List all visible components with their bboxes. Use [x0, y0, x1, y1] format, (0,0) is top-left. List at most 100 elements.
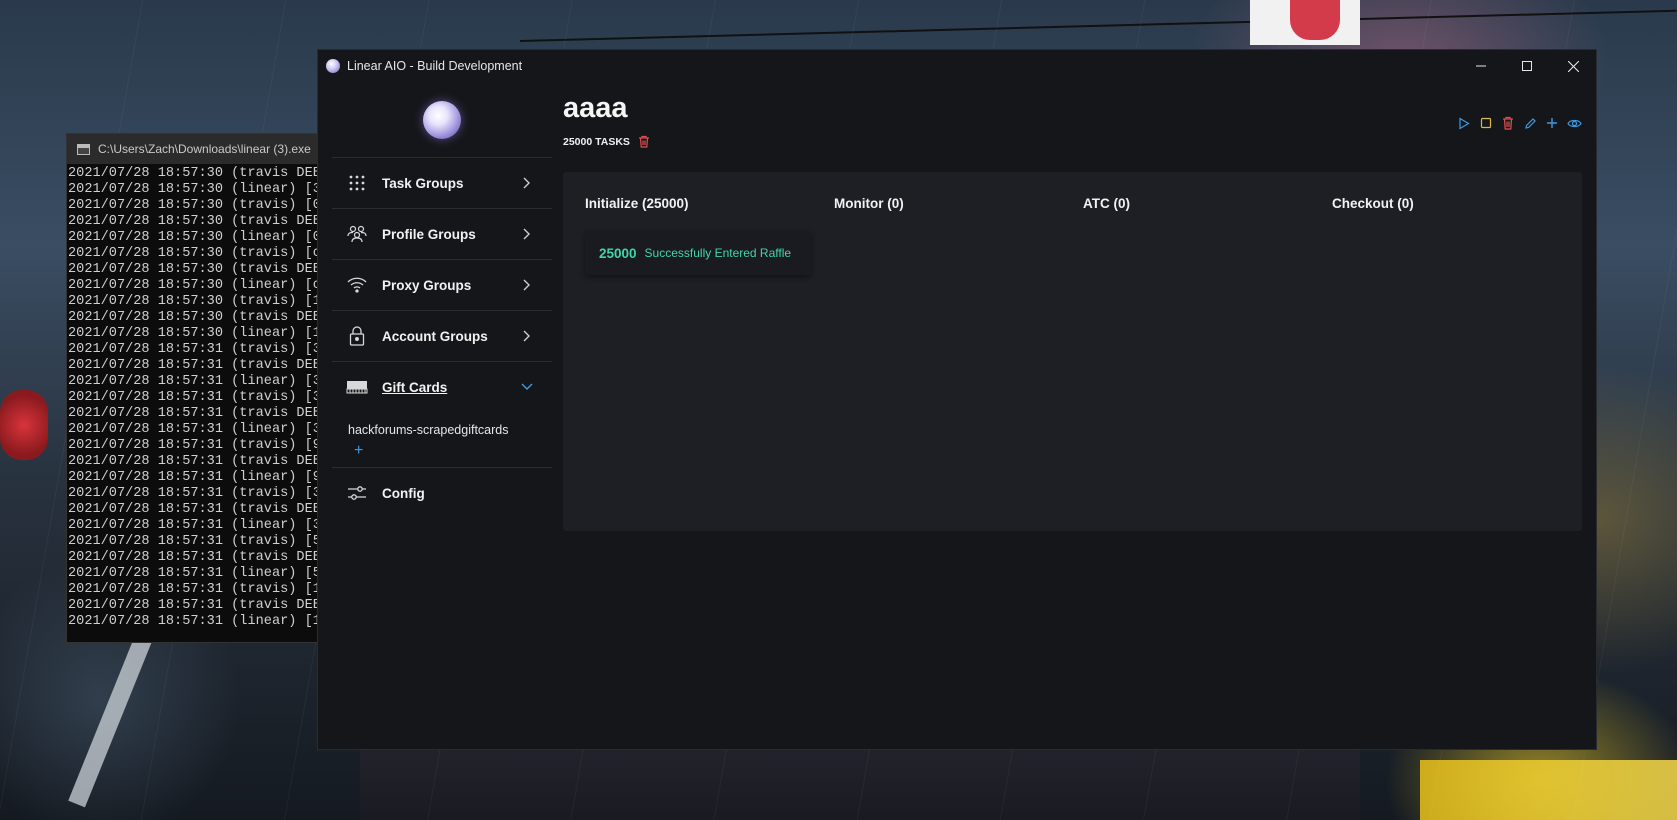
- maximize-icon: [1522, 61, 1532, 71]
- close-icon: [1567, 60, 1579, 72]
- delete-tasks-button[interactable]: [1500, 115, 1516, 131]
- chevron-right-icon: [520, 329, 534, 343]
- page-title: aaaa: [563, 92, 628, 124]
- sidebar-item-label: Gift Cards: [382, 379, 448, 395]
- console-title: C:\Users\Zach\Downloads\linear (3).exe: [98, 142, 311, 156]
- sidebar-item-label: Config: [382, 485, 425, 501]
- console-line: 2021/07/28 18:57:31 (linear) [16: [68, 614, 328, 629]
- console-line: 2021/07/28 18:57:30 (travis DEBU: [68, 214, 328, 229]
- sidebar-item-gift-cards[interactable]: Gift Cards: [332, 361, 552, 412]
- console-line: 2021/07/28 18:57:30 (linear) [0c: [68, 230, 328, 245]
- minimize-button[interactable]: [1458, 50, 1504, 82]
- sidebar-item-task-groups[interactable]: Task Groups: [332, 157, 552, 208]
- console-line: 2021/07/28 18:57:30 (travis) [c7: [68, 246, 328, 261]
- eye-icon: [1566, 119, 1582, 127]
- sliders-icon: [346, 482, 368, 504]
- chevron-right-icon: [520, 176, 534, 190]
- console-line: 2021/07/28 18:57:31 (travis DEBU: [68, 358, 328, 373]
- console-output: 2021/07/28 18:57:30 (travis DEBU 2021/07/…: [67, 164, 327, 630]
- app-window[interactable]: Linear AIO - Build Development Task Grou…: [318, 50, 1596, 749]
- chevron-down-icon: [520, 380, 534, 394]
- console-line: 2021/07/28 18:57:31 (linear) [50: [68, 566, 328, 581]
- console-line: 2021/07/28 18:57:30 (linear) [1b: [68, 326, 328, 341]
- play-icon: [1459, 116, 1470, 130]
- gift-card-icon: [346, 376, 368, 398]
- add-gift-card-button[interactable]: +: [354, 443, 552, 459]
- console-window[interactable]: C:\Users\Zach\Downloads\linear (3).exe 2…: [66, 133, 328, 643]
- console-line: 2021/07/28 18:57:31 (travis DEBU: [68, 502, 328, 517]
- column-title: Initialize (25000): [585, 196, 689, 211]
- column-checkout: Checkout (0): [1332, 196, 1581, 275]
- console-line: 2021/07/28 18:57:31 (travis DEBU: [68, 406, 328, 421]
- sidebar-logo: [332, 82, 552, 157]
- task-toolbar: [1456, 115, 1582, 131]
- users-icon: [346, 223, 368, 245]
- console-line: 2021/07/28 18:57:31 (travis) [37: [68, 390, 328, 405]
- moon-logo-icon: [423, 100, 461, 139]
- column-monitor: Monitor (0): [834, 196, 1083, 275]
- console-line: 2021/07/28 18:57:30 (travis DEBU: [68, 166, 328, 181]
- sidebar-item-label: Profile Groups: [382, 226, 476, 242]
- sidebar-item-config[interactable]: Config: [332, 467, 552, 518]
- console-line: 2021/07/28 18:57:30 (linear) [c7: [68, 278, 328, 293]
- column-atc: ATC (0): [1083, 196, 1332, 275]
- sidebar-item-label: Task Groups: [382, 175, 464, 191]
- trash-icon: [1503, 116, 1513, 130]
- window-title: Linear AIO - Build Development: [347, 59, 523, 73]
- app-logo-icon: [326, 59, 340, 73]
- status-columns: Initialize (25000) 25000 Successfully En…: [563, 172, 1582, 275]
- column-title: Monitor (0): [834, 196, 904, 211]
- app-titlebar[interactable]: Linear AIO - Build Development: [318, 50, 1596, 82]
- chevron-right-icon: [520, 227, 534, 241]
- wifi-icon: [346, 274, 368, 296]
- status-card[interactable]: 25000 Successfully Entered Raffle: [585, 231, 811, 275]
- delete-group-button[interactable]: [638, 135, 650, 148]
- sidebar: Task Groups Profile Groups Proxy Groups …: [332, 82, 552, 749]
- lock-icon: [346, 325, 368, 347]
- console-line: 2021/07/28 18:57:30 (travis) [0c: [68, 198, 328, 213]
- minimize-icon: [1476, 65, 1486, 67]
- console-line: 2021/07/28 18:57:31 (travis) [3e: [68, 342, 328, 357]
- chevron-right-icon: [520, 278, 534, 292]
- console-line: 2021/07/28 18:57:31 (linear) [3e: [68, 374, 328, 389]
- status-text: Successfully Entered Raffle: [644, 246, 792, 260]
- console-line: 2021/07/28 18:57:30 (travis DEBU: [68, 262, 328, 277]
- column-title: Checkout (0): [1332, 196, 1414, 211]
- stop-tasks-button[interactable]: [1478, 115, 1494, 131]
- edit-tasks-button[interactable]: [1522, 115, 1538, 131]
- main-content: aaaa 25000 TASKS Initialize (25000) 2500…: [563, 82, 1582, 749]
- sidebar-item-label: Proxy Groups: [382, 277, 472, 293]
- close-button[interactable]: [1550, 50, 1596, 82]
- console-line: 2021/07/28 18:57:31 (travis DEBU: [68, 454, 328, 469]
- console-line: 2021/07/28 18:57:31 (travis) [16: [68, 582, 328, 597]
- stop-icon: [1480, 117, 1492, 129]
- console-line: 2021/07/28 18:57:30 (travis) [1b: [68, 294, 328, 309]
- column-initialize: Initialize (25000) 25000 Successfully En…: [585, 196, 834, 275]
- console-line: 2021/07/28 18:57:30 (linear) [35: [68, 182, 328, 197]
- console-titlebar[interactable]: C:\Users\Zach\Downloads\linear (3).exe: [67, 134, 327, 164]
- plus-icon: [1547, 118, 1557, 128]
- console-line: 2021/07/28 18:57:31 (travis) [9e: [68, 438, 328, 453]
- view-tasks-button[interactable]: [1566, 115, 1582, 131]
- console-line: 2021/07/28 18:57:31 (linear) [34: [68, 518, 328, 533]
- sidebar-item-account-groups[interactable]: Account Groups: [332, 310, 552, 361]
- console-app-icon: [77, 143, 90, 155]
- start-tasks-button[interactable]: [1456, 115, 1472, 131]
- status-count: 25000: [599, 245, 637, 261]
- sidebar-item-profile-groups[interactable]: Profile Groups: [332, 208, 552, 259]
- column-title: ATC (0): [1083, 196, 1130, 211]
- console-line: 2021/07/28 18:57:31 (travis) [34: [68, 486, 328, 501]
- maximize-button[interactable]: [1504, 50, 1550, 82]
- window-controls: [1458, 50, 1596, 82]
- gift-cards-list: hackforums-scrapedgiftcards +: [332, 412, 552, 467]
- sidebar-item-proxy-groups[interactable]: Proxy Groups: [332, 259, 552, 310]
- console-line: 2021/07/28 18:57:31 (linear) [9e: [68, 470, 328, 485]
- pencil-icon: [1524, 117, 1536, 129]
- console-line: 2021/07/28 18:57:30 (travis DEBU: [68, 310, 328, 325]
- gift-card-entry[interactable]: hackforums-scrapedgiftcards: [348, 423, 552, 437]
- task-count: 25000 TASKS: [563, 135, 630, 148]
- console-line: 2021/07/28 18:57:31 (travis DEBU: [68, 598, 328, 613]
- add-task-button[interactable]: [1544, 115, 1560, 131]
- console-line: 2021/07/28 18:57:31 (travis DEBU: [68, 550, 328, 565]
- sidebar-item-label: Account Groups: [382, 328, 488, 344]
